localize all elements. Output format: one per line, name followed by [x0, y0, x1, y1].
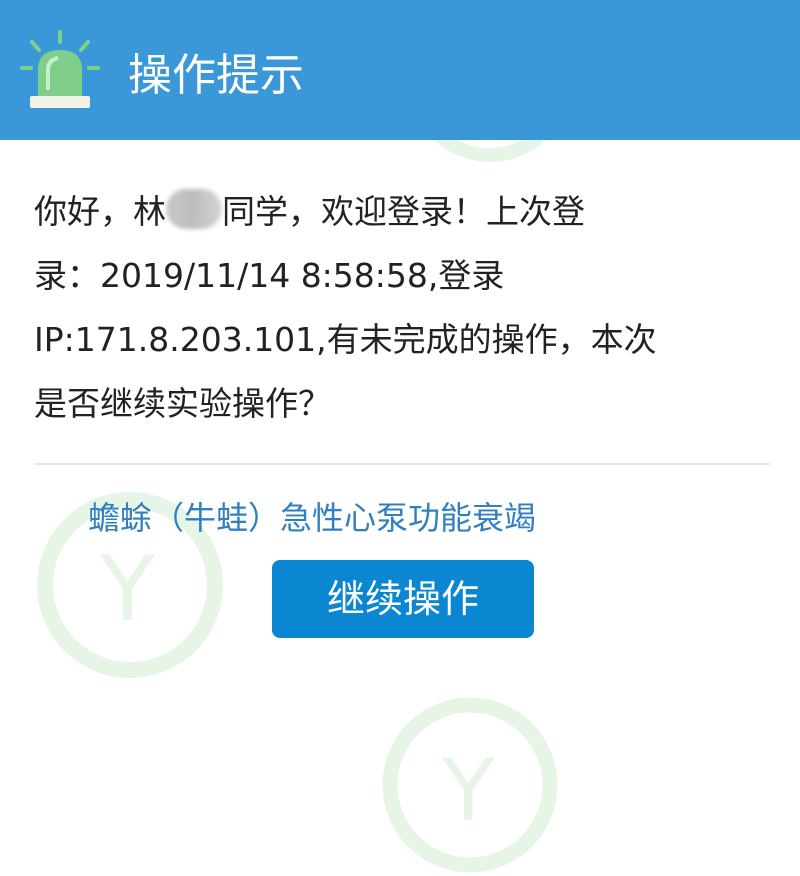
svg-text:Y: Y: [99, 537, 156, 642]
message-line-1: 你好，林 同学，欢迎登录！上次登: [34, 180, 774, 244]
divider: [34, 463, 770, 465]
alarm-light-icon: [20, 30, 100, 108]
experiment-link[interactable]: 蟾蜍（牛蛙）急性心泵功能衰竭: [88, 492, 536, 544]
message-line-2: 录：2019/11/14 8:58:58,登录: [34, 256, 505, 295]
dialog-title: 操作提示: [128, 50, 304, 101]
dialog-header: 操作提示: [0, 0, 800, 140]
message-line-3: IP:171.8.203.101,有未完成的操作，本次: [34, 320, 657, 359]
greeting-text: 你好，林: [34, 192, 166, 231]
watermark-logo-bottom: Y: [382, 697, 558, 873]
svg-text:Y: Y: [441, 741, 495, 841]
message-line-4: 是否继续实验操作？: [34, 384, 331, 423]
operation-prompt-dialog: Y Y Y 操作提示 你好，林同学，欢迎登录！上次登 录：2019/11/14 …: [0, 0, 800, 876]
login-message: 你好，林 同学，欢迎登录！上次登 录：2019/11/14 8:58:58,登录 …: [34, 180, 774, 436]
welcome-text: 同学，欢迎登录！上次登: [222, 192, 585, 231]
continue-operation-button[interactable]: 继续操作: [272, 560, 534, 638]
redacted-name: [166, 189, 222, 229]
